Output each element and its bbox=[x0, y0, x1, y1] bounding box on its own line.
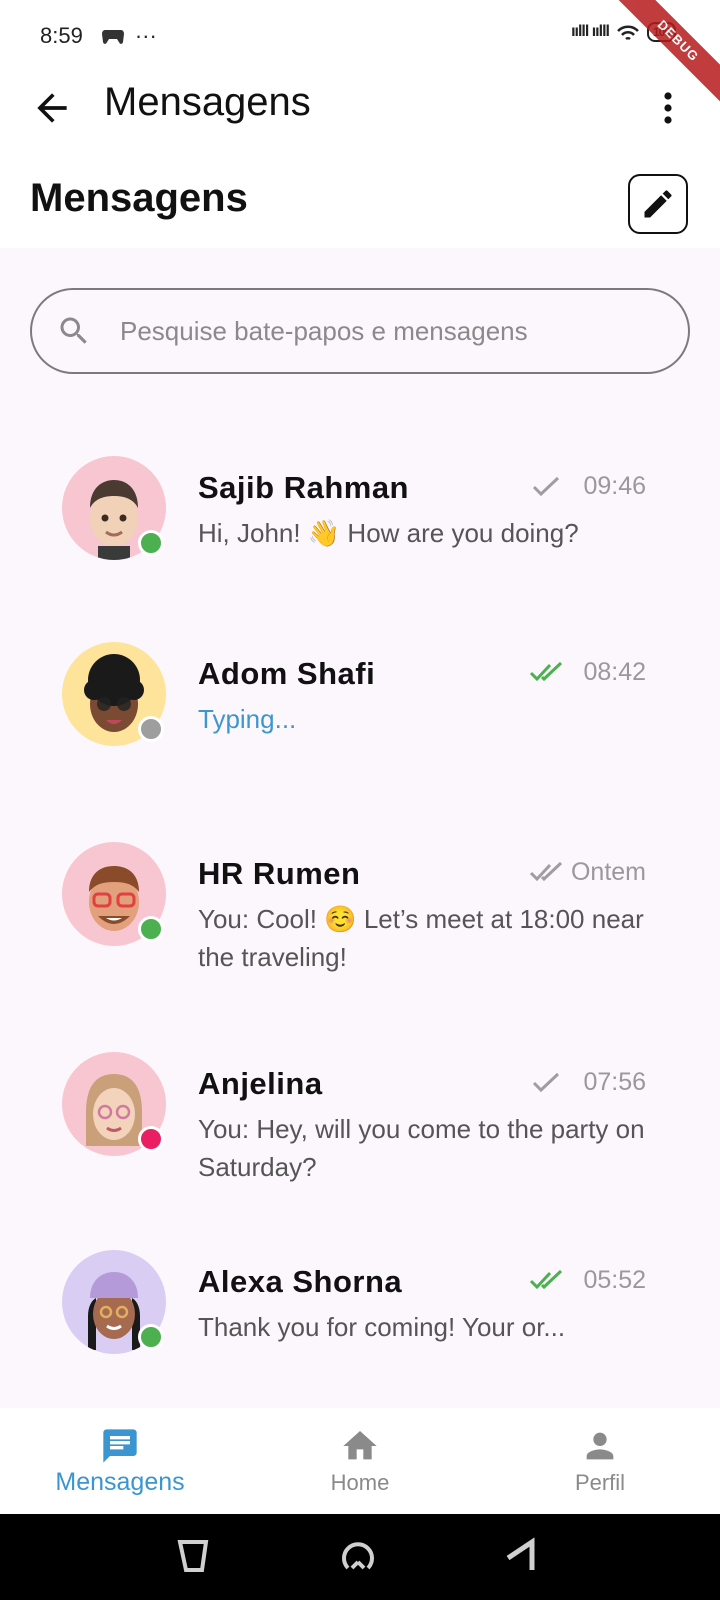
nav-label: Perfil bbox=[574, 1470, 626, 1495]
check-icon bbox=[532, 1072, 560, 1093]
chat-name: HR Rumen bbox=[198, 856, 361, 891]
chat-list-area: Sajib Rahman 09:46 Hi, John! 👋 How are y… bbox=[0, 248, 720, 1408]
arrow-back-icon bbox=[37, 93, 67, 123]
online-status-dot bbox=[138, 530, 164, 556]
person-icon bbox=[586, 1432, 614, 1460]
wifi-icon bbox=[617, 25, 639, 41]
status-time: 8:59 bbox=[40, 23, 83, 48]
home-circle-icon bbox=[342, 1542, 374, 1570]
home-icon bbox=[343, 1431, 377, 1460]
online-status-dot bbox=[138, 1324, 164, 1350]
double-check-icon bbox=[530, 661, 563, 682]
more-notifications-icon: ··· bbox=[134, 23, 157, 48]
chat-last-message: You: Cool! ☺️ Let’s meet at 18:00 near t… bbox=[198, 904, 644, 972]
chat-typing-indicator: Typing... bbox=[198, 704, 297, 734]
nav-item-mensagens[interactable]: Mensagens bbox=[0, 1408, 240, 1514]
chat-name: Anjelina bbox=[198, 1066, 323, 1101]
chat-item-alexa-shorna[interactable]: Alexa Shorna 05:52 Thank you for coming!… bbox=[0, 1250, 720, 1370]
double-check-icon bbox=[530, 1269, 563, 1290]
system-navigation-bar bbox=[0, 1514, 720, 1600]
system-home-button[interactable] bbox=[338, 1536, 378, 1576]
search-bar[interactable] bbox=[30, 288, 690, 374]
search-input[interactable] bbox=[118, 314, 642, 348]
chat-icon bbox=[103, 1429, 137, 1463]
recents-icon bbox=[177, 1540, 209, 1572]
check-icon bbox=[532, 476, 560, 497]
system-recents-button[interactable] bbox=[174, 1536, 214, 1576]
chat-item-adom-shafi[interactable]: Adom Shafi 08:42 Typing... bbox=[0, 642, 720, 762]
chat-last-message: Thank you for coming! Your or... bbox=[198, 1312, 566, 1342]
chat-item-anjelina[interactable]: Anjelina 07:56 You: Hey, will you come t… bbox=[0, 1052, 720, 1192]
system-back-button[interactable] bbox=[502, 1536, 542, 1576]
nav-item-home[interactable]: Home bbox=[240, 1408, 480, 1514]
more-vert-icon bbox=[664, 92, 672, 124]
nav-label: Mensagens bbox=[55, 1468, 185, 1496]
search-icon bbox=[60, 317, 87, 344]
chat-time: 07:56 bbox=[583, 1068, 646, 1096]
status-bar: 8:59 ··· ıılll ıılll 100 bbox=[0, 0, 720, 72]
more-options-button[interactable] bbox=[656, 86, 680, 130]
chat-name: Sajib Rahman bbox=[198, 470, 409, 505]
busy-status-dot bbox=[138, 1126, 164, 1152]
chat-item-hr-rumen[interactable]: HR Rumen Ontem You: Cool! ☺️ Let’s meet … bbox=[0, 842, 720, 982]
chat-time: 09:46 bbox=[583, 472, 646, 500]
chat-item-sajib-rahman[interactable]: Sajib Rahman 09:46 Hi, John! 👋 How are y… bbox=[0, 456, 720, 576]
chat-time: 05:52 bbox=[583, 1266, 646, 1294]
app-bar: Mensagens Mensagens bbox=[0, 72, 720, 234]
section-title: Mensagens bbox=[30, 176, 248, 220]
chat-last-message: You: Hey, will you come to the party on … bbox=[198, 1114, 645, 1182]
compose-button[interactable] bbox=[628, 174, 688, 234]
chat-name: Adom Shafi bbox=[198, 656, 376, 691]
bottom-navigation: Mensagens Home Perfil bbox=[0, 1408, 720, 1514]
edit-icon bbox=[644, 190, 672, 218]
chat-time: Ontem bbox=[570, 858, 646, 886]
chat-name: Alexa Shorna bbox=[198, 1264, 403, 1299]
chat-time: 08:42 bbox=[583, 658, 646, 686]
page-title: Mensagens bbox=[104, 80, 311, 124]
offline-status-dot bbox=[138, 716, 164, 742]
nav-item-perfil[interactable]: Perfil bbox=[480, 1408, 720, 1514]
game-controller-icon bbox=[101, 30, 124, 44]
back-button[interactable] bbox=[30, 86, 74, 130]
nav-label: Home bbox=[330, 1470, 390, 1495]
online-status-dot bbox=[138, 916, 164, 942]
double-check-icon bbox=[530, 861, 563, 882]
back-gesture-icon bbox=[506, 1537, 535, 1570]
signal-icon: ıılll ıılll bbox=[571, 23, 610, 40]
chat-last-message: Hi, John! 👋 How are you doing? bbox=[198, 518, 579, 548]
